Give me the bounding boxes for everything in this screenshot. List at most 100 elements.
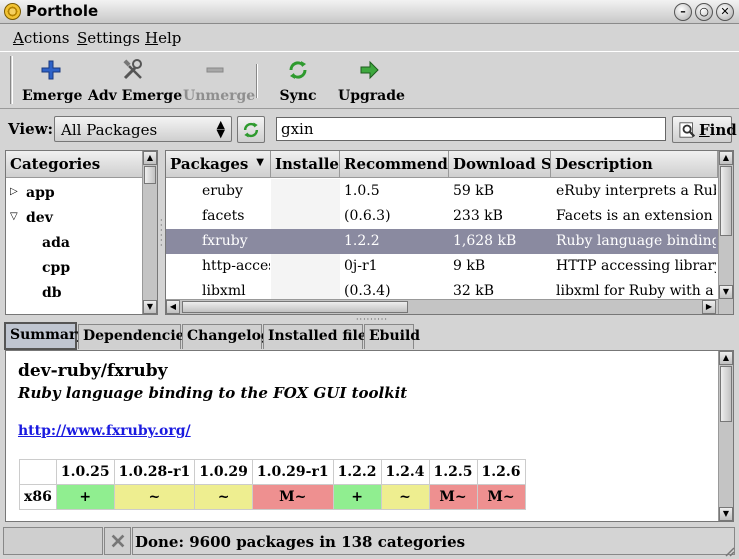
col-description[interactable]: Description bbox=[551, 151, 718, 178]
cancel-button[interactable] bbox=[104, 527, 131, 555]
pkg-recommended: 0j-r1 bbox=[344, 258, 378, 274]
maximize-button[interactable]: ○ bbox=[695, 3, 713, 21]
col-recommended[interactable]: Recommended bbox=[340, 151, 449, 178]
packages-table[interactable]: Packages ▼ Installed Recommended Downloa… bbox=[165, 150, 734, 315]
scroll-up-icon[interactable]: ▲ bbox=[143, 151, 157, 165]
keywords-table: 1.0.25 1.0.28-r1 1.0.29 1.0.29-r1 1.2.2 … bbox=[19, 459, 526, 510]
categories-header[interactable]: Categories bbox=[6, 151, 143, 178]
col-download-size[interactable]: Download Size bbox=[449, 151, 551, 178]
close-button[interactable]: ✕ bbox=[716, 3, 734, 21]
keyword-cell: ~ bbox=[113, 484, 196, 510]
refresh-view-button[interactable] bbox=[237, 116, 265, 143]
view-select[interactable]: All Packages ▲ ▼ bbox=[54, 116, 232, 142]
sort-down-icon: ▼ bbox=[256, 157, 264, 168]
scroll-thumb[interactable] bbox=[720, 366, 732, 422]
search-input[interactable] bbox=[276, 117, 666, 141]
col-packages[interactable]: Packages ▼ bbox=[166, 151, 271, 178]
unmerge-button[interactable]: Unmerge bbox=[183, 58, 256, 104]
toolbar-separator bbox=[256, 64, 258, 98]
menu-actions[interactable]: Actions bbox=[13, 29, 69, 47]
expand-down-icon[interactable]: ▽ bbox=[10, 211, 18, 222]
resize-grip-icon[interactable] bbox=[723, 545, 735, 557]
scroll-down-icon[interactable]: ▼ bbox=[719, 507, 733, 521]
scroll-right-icon[interactable]: ▶ bbox=[702, 300, 716, 314]
sync-button[interactable]: Sync bbox=[276, 58, 320, 104]
menu-settings[interactable]: Settings bbox=[77, 29, 140, 47]
unmerge-label: Unmerge bbox=[183, 88, 256, 104]
arrow-right-icon bbox=[360, 60, 379, 80]
pkg-size: 9 kB bbox=[453, 258, 486, 274]
toolbar: Emerge Adv Emerge Unmerge Sync Upgrade bbox=[0, 51, 739, 109]
cancel-x-icon bbox=[111, 534, 125, 548]
refresh-icon bbox=[243, 122, 259, 138]
scroll-up-icon[interactable]: ▲ bbox=[719, 351, 733, 365]
pkg-recommended: 1.2.2 bbox=[344, 233, 380, 249]
sync-label: Sync bbox=[279, 88, 317, 104]
packages-hscrollbar[interactable]: ◀ ▶ bbox=[166, 299, 718, 314]
toolbar-grip[interactable] bbox=[10, 56, 13, 104]
packages-vscrollbar[interactable]: ▲ ▼ bbox=[718, 151, 733, 314]
emerge-button[interactable]: Emerge bbox=[22, 58, 83, 104]
keyword-cell: ~ bbox=[194, 484, 253, 510]
menu-help[interactable]: Help bbox=[145, 29, 181, 47]
category-label: ada bbox=[42, 235, 70, 251]
keyword-cell: M~ bbox=[428, 484, 478, 510]
tab-installed-files[interactable]: Installed files bbox=[263, 324, 375, 349]
table-row[interactable]: facets (0.6.3) 233 kB Facets is an exten… bbox=[166, 204, 718, 229]
version-cell: 1.0.29-r1 bbox=[251, 459, 334, 485]
package-name: dev-ruby/fxruby bbox=[18, 361, 168, 381]
adv-emerge-button[interactable]: Adv Emerge bbox=[88, 58, 182, 104]
pkg-description: eRuby interprets a Ruby code embedded te… bbox=[556, 183, 716, 199]
plus-icon bbox=[41, 60, 61, 80]
category-label: db bbox=[42, 285, 62, 301]
tab-ebuild[interactable]: Ebuild bbox=[364, 324, 420, 349]
arch-cell: x86 bbox=[19, 484, 57, 510]
emerge-label: Emerge bbox=[22, 88, 83, 104]
col-packages-label: Packages bbox=[170, 155, 249, 173]
scroll-thumb[interactable] bbox=[720, 166, 732, 236]
minus-icon bbox=[206, 67, 224, 73]
version-cell: 1.2.5 bbox=[428, 459, 478, 485]
maximize-icon: ○ bbox=[699, 5, 709, 18]
pkg-size: 59 kB bbox=[453, 183, 495, 199]
pkg-name: eruby bbox=[202, 183, 243, 199]
find-button[interactable]: Find bbox=[672, 116, 737, 143]
expand-right-icon[interactable]: ▷ bbox=[10, 186, 18, 197]
tab-dependencies[interactable]: Dependencies bbox=[78, 324, 192, 349]
detail-tabs: Summary Dependencies Changelog Installed… bbox=[4, 322, 735, 350]
arch-row: x86 + ~ ~ M~ + ~ M~ M~ bbox=[19, 484, 526, 510]
tab-summary[interactable]: Summary bbox=[4, 322, 85, 350]
keyword-cell: + bbox=[332, 484, 382, 510]
progress-bar bbox=[3, 527, 103, 555]
pkg-description: Ruby language binding to the FOX GUI too… bbox=[556, 233, 716, 249]
col-installed[interactable]: Installed bbox=[271, 151, 340, 178]
pkg-name: facets bbox=[202, 208, 245, 224]
keyword-cell: M~ bbox=[476, 484, 526, 510]
find-icon bbox=[679, 122, 696, 138]
hscroll-thumb[interactable] bbox=[182, 301, 408, 313]
scroll-down-icon[interactable]: ▼ bbox=[719, 285, 733, 299]
app-icon bbox=[4, 3, 21, 20]
minimize-button[interactable]: – bbox=[674, 3, 692, 21]
summary-scrollbar[interactable]: ▲ ▼ bbox=[718, 351, 733, 521]
scroll-left-icon[interactable]: ◀ bbox=[166, 300, 180, 314]
table-row[interactable]: eruby 1.0.5 59 kB eRuby interprets a Rub… bbox=[166, 179, 718, 204]
homepage-link[interactable]: http://www.fxruby.org/ bbox=[18, 423, 191, 439]
view-row: View: All Packages ▲▼ Find bbox=[0, 112, 739, 146]
title-bar: Porthole – ○ ✕ bbox=[0, 0, 739, 24]
upgrade-button[interactable]: Upgrade bbox=[338, 58, 405, 104]
pkg-recommended: (0.6.3) bbox=[344, 208, 391, 224]
vertical-splitter[interactable]: · · · · · · bbox=[160, 217, 164, 250]
pkg-name: http-access bbox=[202, 258, 270, 274]
tab-changelog[interactable]: Changelog bbox=[182, 324, 271, 349]
tools-icon bbox=[123, 59, 142, 80]
table-row[interactable]: http-access 0j-r1 9 kB HTTP accessing li… bbox=[166, 254, 718, 279]
scroll-down-icon[interactable]: ▼ bbox=[143, 300, 157, 314]
version-cell: 1.2.6 bbox=[476, 459, 526, 485]
scroll-up-icon[interactable]: ▲ bbox=[719, 151, 733, 165]
categories-scrollbar[interactable]: ▲ ▼ bbox=[142, 151, 157, 314]
scroll-thumb[interactable] bbox=[144, 166, 156, 184]
categories-tree[interactable]: Categories ▷ app ▽ dev ada cpp db ▲ ▼ bbox=[5, 150, 158, 315]
table-row-selected[interactable]: fxruby 1.2.2 1,628 kB Ruby language bind… bbox=[166, 229, 718, 254]
pkg-size: 32 kB bbox=[453, 283, 495, 299]
